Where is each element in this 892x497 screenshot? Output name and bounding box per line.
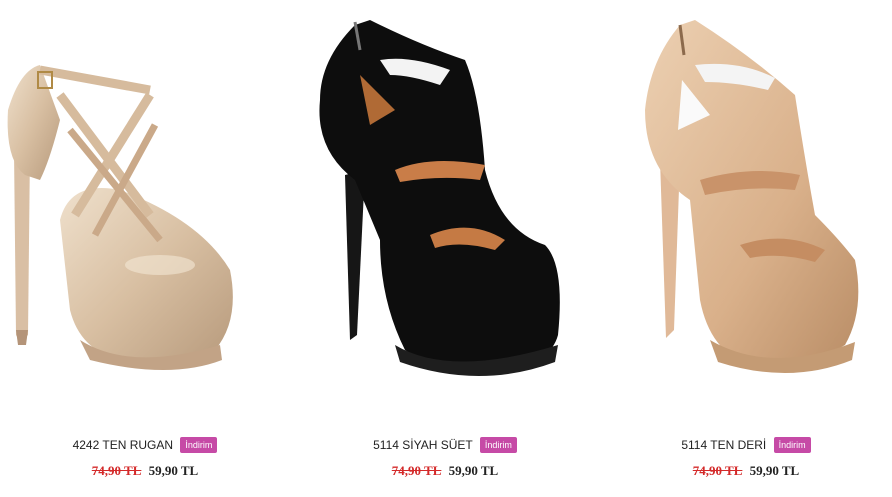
current-price: 59,90 TL [749, 463, 800, 478]
shoe-image-nude-leather [645, 20, 859, 374]
product-name[interactable]: 5114 SİYAH SÜET [373, 438, 472, 452]
product-grid: 4242 TEN RUGAN İndirim 74,90 TL 59,90 TL [0, 0, 892, 497]
product-name[interactable]: 5114 TEN DERİ [681, 438, 766, 452]
old-price: 74,90 TL [692, 463, 743, 478]
product-title-row: 5114 SİYAH SÜET İndirim [300, 437, 590, 453]
product-card[interactable]: 4242 TEN RUGAN İndirim 74,90 TL 59,90 TL [0, 0, 290, 497]
discount-badge: İndirim [180, 437, 218, 453]
discount-badge: İndirim [773, 437, 811, 453]
product-image[interactable] [600, 0, 892, 420]
product-image[interactable] [0, 0, 290, 420]
product-card[interactable]: 5114 SİYAH SÜET İndirim 74,90 TL 59,90 T… [300, 0, 590, 497]
price-row: 74,90 TL 59,90 TL [600, 463, 892, 479]
product-card[interactable]: 5114 TEN DERİ İndirim 74,90 TL 59,90 TL [600, 0, 892, 497]
price-row: 74,90 TL 59,90 TL [0, 463, 290, 479]
shoe-image-nude-patent [7, 65, 233, 370]
shoe-image-black-suede [319, 20, 560, 376]
product-name[interactable]: 4242 TEN RUGAN [73, 438, 173, 452]
price-row: 74,90 TL 59,90 TL [300, 463, 590, 479]
old-price: 74,90 TL [91, 463, 142, 478]
product-title-row: 4242 TEN RUGAN İndirim [0, 437, 290, 453]
current-price: 59,90 TL [148, 463, 199, 478]
product-image[interactable] [300, 0, 590, 420]
discount-badge: İndirim [479, 437, 517, 453]
old-price: 74,90 TL [391, 463, 442, 478]
current-price: 59,90 TL [448, 463, 499, 478]
product-title-row: 5114 TEN DERİ İndirim [600, 437, 892, 453]
